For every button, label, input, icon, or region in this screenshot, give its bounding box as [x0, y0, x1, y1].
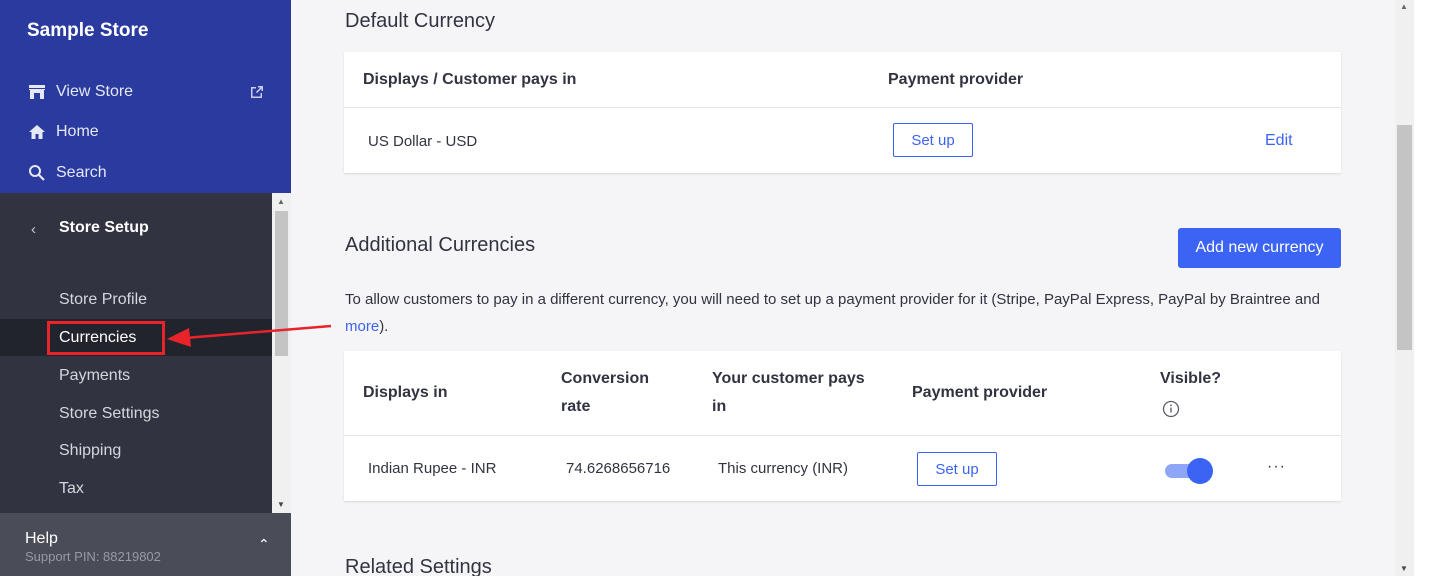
additional-currencies-title: Additional Currencies [345, 234, 536, 256]
chevron-left-icon[interactable]: ‹ [31, 221, 36, 238]
scroll-up-icon[interactable]: ▲ [277, 197, 285, 206]
edit-link[interactable]: Edit [1265, 132, 1293, 150]
nav-store-settings[interactable]: Store Settings [59, 405, 160, 423]
add-new-currency-button[interactable]: Add new currency [1178, 228, 1341, 268]
header-payment-provider: Payment provider [888, 71, 1024, 88]
setup-button[interactable]: Set up [917, 452, 997, 486]
header-displays: Displays / Customer pays in [363, 71, 577, 88]
setup-button[interactable]: Set up [893, 123, 973, 157]
view-store-label: View Store [56, 83, 134, 100]
related-settings-title: Related Settings [345, 556, 492, 576]
default-currency-title: Default Currency [345, 10, 496, 32]
home-label: Home [56, 123, 99, 140]
header-payment-provider: Payment provider [912, 384, 1048, 401]
search-label: Search [56, 164, 107, 181]
home-link[interactable]: Home [27, 120, 99, 144]
info-icon[interactable] [1162, 400, 1180, 423]
storefront-icon [27, 82, 47, 102]
external-link-icon[interactable] [249, 84, 265, 100]
view-store-link[interactable]: View Store [27, 80, 133, 104]
description-text: To allow customers to pay in a different… [345, 291, 1320, 308]
header-conversion-rate-line2: rate [561, 398, 591, 415]
sidebar-scrollbar[interactable]: ▲ ▼ [272, 193, 291, 513]
description-suffix: ). [379, 318, 389, 335]
header-customer-pays: Your customer pays [712, 370, 865, 387]
search-link[interactable]: Search [27, 161, 107, 185]
scroll-down-icon[interactable]: ▼ [277, 500, 285, 509]
window-edge [1414, 0, 1431, 576]
header-customer-pays-line2: in [712, 398, 727, 415]
nav-shipping[interactable]: Shipping [59, 442, 121, 460]
annotation-arrow [167, 324, 332, 347]
support-pin: Support PIN: 88219802 [25, 549, 161, 564]
help-title: Help [25, 530, 58, 547]
scroll-down-icon[interactable]: ▼ [1400, 564, 1408, 573]
divider [344, 107, 1341, 108]
customer-pays-value: This currency (INR) [718, 460, 849, 477]
header-conversion-rate: Conversion [561, 370, 650, 387]
scrollbar-thumb[interactable] [1397, 125, 1412, 350]
search-icon [27, 163, 47, 183]
more-link[interactable]: more [345, 318, 379, 335]
currency-name: Indian Rupee - INR [368, 460, 497, 477]
toggle-knob [1187, 458, 1213, 484]
divider [344, 435, 1341, 436]
chevron-up-icon[interactable]: ⌃ [258, 536, 270, 553]
nav-payments[interactable]: Payments [59, 367, 130, 385]
default-currency-card: Displays / Customer pays in Payment prov… [344, 52, 1341, 173]
annotation-highlight-box [47, 321, 165, 355]
home-icon [27, 122, 47, 142]
nav-tax[interactable]: Tax [59, 480, 84, 498]
more-options-icon[interactable]: ··· [1267, 458, 1286, 476]
page-scrollbar[interactable]: ▲ ▼ [1395, 0, 1414, 576]
scroll-up-icon[interactable]: ▲ [1400, 2, 1408, 11]
visible-toggle[interactable] [1165, 458, 1215, 484]
store-name[interactable]: Sample Store [27, 20, 148, 42]
nav-store-profile[interactable]: Store Profile [59, 291, 147, 309]
conversion-rate-value: 74.6268656716 [566, 460, 671, 477]
default-currency-value: US Dollar - USD [368, 133, 478, 150]
header-displays-in: Displays in [363, 384, 448, 401]
additional-currencies-description: To allow customers to pay in a different… [345, 286, 1345, 340]
header-visible: Visible? [1160, 370, 1222, 387]
store-setup-title[interactable]: Store Setup [59, 219, 149, 237]
